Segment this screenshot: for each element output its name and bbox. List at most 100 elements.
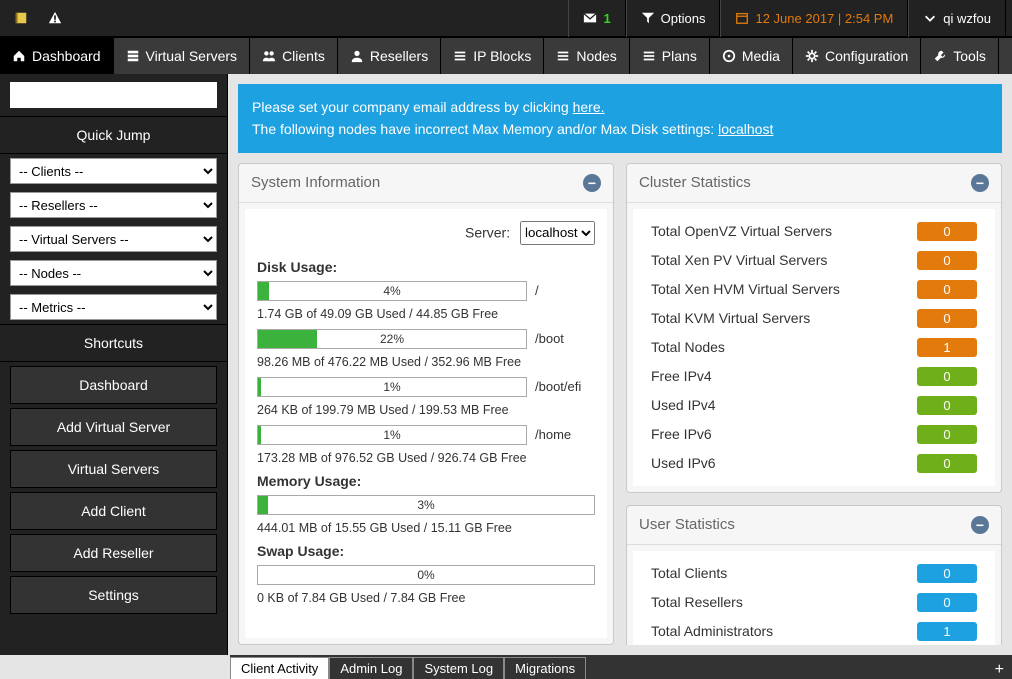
user-menu[interactable]: qi wzfou bbox=[908, 0, 1006, 37]
nav-ip-blocks[interactable]: IP Blocks bbox=[441, 38, 544, 74]
stat-badge: 0 bbox=[917, 222, 977, 241]
stat-badge: 0 bbox=[917, 425, 977, 444]
stat-badge: 1 bbox=[917, 338, 977, 357]
quick-jump-select[interactable]: -- Nodes -- bbox=[10, 260, 217, 286]
usage-bar: 1%/boot/efi bbox=[257, 377, 595, 397]
bottom-tab-admin-log[interactable]: Admin Log bbox=[329, 657, 413, 679]
shortcut-settings[interactable]: Settings bbox=[10, 576, 217, 614]
collapse-icon[interactable]: − bbox=[971, 174, 989, 192]
date-text: 12 June 2017 | 2:54 PM bbox=[755, 11, 893, 26]
bottom-tab-bar: Client ActivityAdmin LogSystem LogMigrat… bbox=[230, 655, 1012, 679]
mail-icon bbox=[583, 11, 597, 25]
shortcut-dashboard[interactable]: Dashboard bbox=[10, 366, 217, 404]
stat-row: Total Nodes1 bbox=[643, 333, 985, 362]
server-select[interactable]: localhost bbox=[520, 221, 595, 245]
mount-label: / bbox=[535, 283, 595, 298]
date-display[interactable]: 12 June 2017 | 2:54 PM bbox=[720, 0, 908, 37]
stat-badge: 0 bbox=[917, 280, 977, 299]
nav-resellers[interactable]: Resellers bbox=[338, 38, 441, 74]
warning-icon[interactable] bbox=[40, 5, 70, 31]
alert-localhost-link[interactable]: localhost bbox=[718, 121, 773, 137]
stat-row: Used IPv40 bbox=[643, 391, 985, 420]
collapse-icon[interactable]: − bbox=[583, 174, 601, 192]
stat-row: Used IPv60 bbox=[643, 449, 985, 478]
quick-jump-select[interactable]: -- Clients -- bbox=[10, 158, 217, 184]
memory-usage-title: Memory Usage: bbox=[257, 473, 595, 489]
stat-badge: 0 bbox=[917, 454, 977, 473]
disk-usage-title: Disk Usage: bbox=[257, 259, 595, 275]
stat-row: Total Xen HVM Virtual Servers0 bbox=[643, 275, 985, 304]
usage-bar: 1%/home bbox=[257, 425, 595, 445]
nav-plans[interactable]: Plans bbox=[630, 38, 710, 74]
stat-badge: 0 bbox=[917, 593, 977, 612]
cluster-stats-title: Cluster Statistics bbox=[639, 174, 971, 191]
server-label: Server: bbox=[465, 224, 510, 240]
cluster-stats-panel: Cluster Statistics − Total OpenVZ Virtua… bbox=[626, 163, 1002, 493]
usage-bar: 4%/ bbox=[257, 281, 595, 301]
nav-clients[interactable]: Clients bbox=[250, 38, 338, 74]
usage-detail: 1.74 GB of 49.09 GB Used / 44.85 GB Free bbox=[257, 307, 595, 321]
mount-label: /boot bbox=[535, 331, 595, 346]
usage-bar: 22%/boot bbox=[257, 329, 595, 349]
alert-here-link[interactable]: here. bbox=[573, 99, 605, 115]
filter-icon bbox=[641, 11, 655, 25]
collapse-icon[interactable]: − bbox=[971, 516, 989, 534]
stat-row: Total KVM Virtual Servers0 bbox=[643, 304, 985, 333]
content-area: Please set your company email address by… bbox=[228, 74, 1012, 655]
bottom-tab-system-log[interactable]: System Log bbox=[413, 657, 504, 679]
stat-badge: 0 bbox=[917, 396, 977, 415]
options-menu[interactable]: Options bbox=[626, 0, 721, 37]
chevron-down-icon bbox=[923, 11, 937, 25]
search-input[interactable] bbox=[10, 82, 217, 108]
bottom-tab-client-activity[interactable]: Client Activity bbox=[230, 657, 329, 679]
quick-jump-title: Quick Jump bbox=[0, 116, 227, 154]
swap-usage-title: Swap Usage: bbox=[257, 543, 595, 559]
nav-virtual-servers[interactable]: Virtual Servers bbox=[114, 38, 251, 74]
nav-media[interactable]: Media bbox=[710, 38, 793, 74]
stat-row: Total OpenVZ Virtual Servers0 bbox=[643, 217, 985, 246]
mount-label: /home bbox=[535, 427, 595, 442]
stat-row: Free IPv40 bbox=[643, 362, 985, 391]
mount-label: /boot/efi bbox=[535, 379, 595, 394]
quick-jump-select[interactable]: -- Metrics -- bbox=[10, 294, 217, 320]
mail-count: 1 bbox=[603, 11, 610, 26]
stat-badge: 0 bbox=[917, 309, 977, 328]
bottom-tab-migrations[interactable]: Migrations bbox=[504, 657, 586, 679]
alert-line1: Please set your company email address by… bbox=[252, 99, 573, 115]
note-icon[interactable] bbox=[6, 5, 36, 31]
user-stats-title: User Statistics bbox=[639, 516, 971, 533]
main-nav: DashboardVirtual ServersClientsResellers… bbox=[0, 38, 1012, 74]
quick-jump-select[interactable]: -- Resellers -- bbox=[10, 192, 217, 218]
system-info-title: System Information bbox=[251, 174, 583, 191]
stat-row: Free IPv60 bbox=[643, 420, 985, 449]
add-tab-icon[interactable]: + bbox=[987, 661, 1012, 679]
stat-badge: 0 bbox=[917, 367, 977, 386]
nav-tools[interactable]: Tools bbox=[921, 38, 999, 74]
shortcut-add-reseller[interactable]: Add Reseller bbox=[10, 534, 217, 572]
usage-detail: 98.26 MB of 476.22 MB Used / 352.96 MB F… bbox=[257, 355, 595, 369]
user-stats-panel: User Statistics − Total Clients0Total Re… bbox=[626, 505, 1002, 645]
shortcuts-title: Shortcuts bbox=[0, 324, 227, 362]
alert-line2: The following nodes have incorrect Max M… bbox=[252, 121, 718, 137]
nav-log[interactable]: Log bbox=[999, 38, 1012, 74]
stat-row: Total Xen PV Virtual Servers0 bbox=[643, 246, 985, 275]
stat-row: Total Resellers0 bbox=[643, 588, 985, 617]
usage-bar: 0% bbox=[257, 565, 595, 585]
calendar-icon bbox=[735, 11, 749, 25]
user-name: qi wzfou bbox=[943, 11, 991, 26]
shortcut-add-virtual-server[interactable]: Add Virtual Server bbox=[10, 408, 217, 446]
quick-jump-select[interactable]: -- Virtual Servers -- bbox=[10, 226, 217, 252]
top-bar: 1 Options 12 June 2017 | 2:54 PM qi wzfo… bbox=[0, 0, 1012, 38]
system-info-panel: System Information − Server: localhost D… bbox=[238, 163, 614, 645]
options-label: Options bbox=[661, 11, 706, 26]
shortcut-add-client[interactable]: Add Client bbox=[10, 492, 217, 530]
usage-detail: 444.01 MB of 15.55 GB Used / 15.11 GB Fr… bbox=[257, 521, 595, 535]
sidebar: Quick Jump -- Clients -- -- Resellers -- -… bbox=[0, 74, 228, 655]
mail-indicator[interactable]: 1 bbox=[568, 0, 625, 37]
shortcut-virtual-servers[interactable]: Virtual Servers bbox=[10, 450, 217, 488]
nav-configuration[interactable]: Configuration bbox=[793, 38, 921, 74]
nav-dashboard[interactable]: Dashboard bbox=[0, 38, 114, 74]
nav-nodes[interactable]: Nodes bbox=[544, 38, 629, 74]
usage-detail: 173.28 MB of 976.52 GB Used / 926.74 GB … bbox=[257, 451, 595, 465]
stat-row: Total Clients0 bbox=[643, 559, 985, 588]
